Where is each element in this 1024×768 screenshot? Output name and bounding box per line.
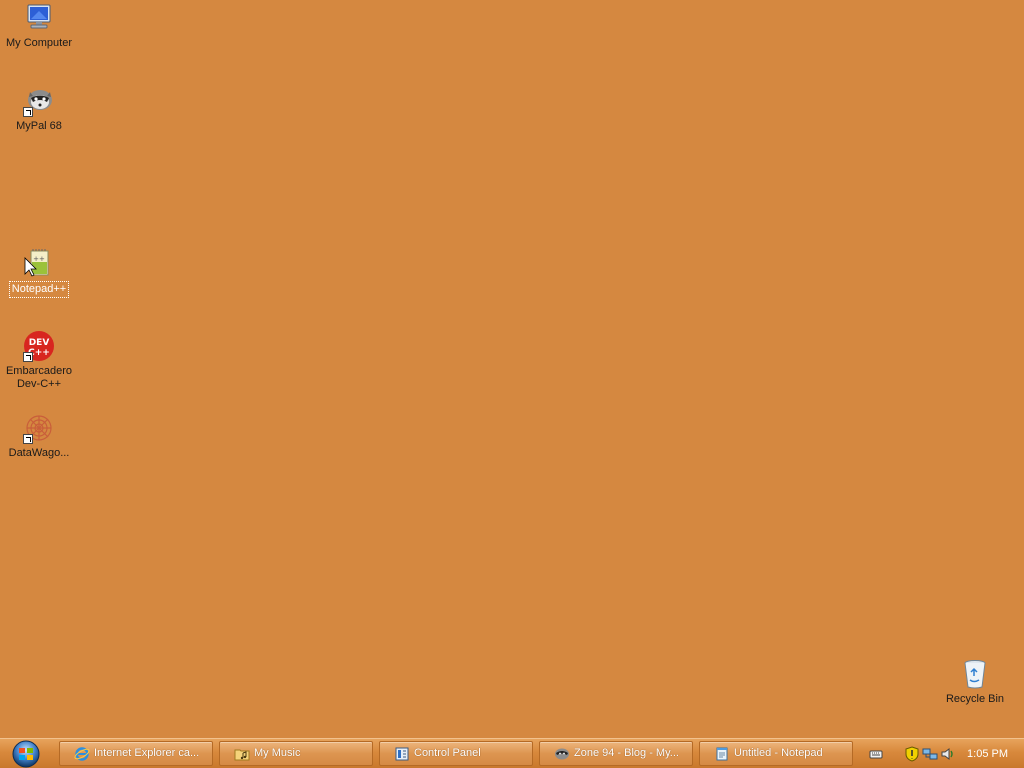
shortcut-arrow-icon (23, 352, 33, 362)
computer-icon (23, 2, 55, 34)
security-shield-icon[interactable] (904, 746, 920, 762)
taskbar-item-label: Control Panel (414, 747, 481, 759)
taskbar-item-label: Internet Explorer ca... (94, 747, 200, 759)
desktop[interactable]: My Computer MyPal 68 ++ Notepad++ DEV C+… (0, 0, 1024, 738)
taskbar-item-zone-94-blog[interactable]: Zone 94 - Blog - My... (539, 741, 693, 766)
desktop-icon-label: Recycle Bin (945, 693, 1005, 705)
datawagon-icon (23, 412, 55, 444)
raccoon-icon (554, 746, 570, 762)
control-panel-icon (394, 746, 410, 762)
desktop-icon-notepad-plus-plus[interactable]: ++ Notepad++ (1, 248, 77, 298)
svg-text:DEV: DEV (29, 338, 50, 348)
raccoon-icon (23, 85, 55, 117)
keyboard-icon[interactable] (868, 746, 884, 762)
system-tray: 1:05 PM (860, 740, 1022, 767)
taskbar-item-label: Zone 94 - Blog - My... (574, 747, 679, 759)
clock[interactable]: 1:05 PM (967, 740, 1008, 768)
network-icon[interactable] (922, 746, 938, 762)
desktop-icon-dev-cpp[interactable]: DEV C++ Embarcadero Dev-C++ (1, 330, 77, 392)
desktop-icon-mypal[interactable]: MyPal 68 (1, 85, 77, 134)
shortcut-arrow-icon (23, 107, 33, 117)
desktop-icon-my-computer[interactable]: My Computer (1, 2, 77, 51)
internet-explorer-icon (74, 746, 90, 762)
dev-cpp-icon: DEV C++ (23, 330, 55, 362)
recycle-bin-icon (959, 658, 991, 690)
notepad-plus-plus-icon: ++ (23, 248, 55, 280)
desktop-icon-label: Embarcadero Dev-C++ (5, 365, 73, 390)
shortcut-arrow-icon (23, 434, 33, 444)
desktop-icon-label: MyPal 68 (16, 120, 62, 132)
notepad-icon (714, 746, 730, 762)
start-button[interactable] (6, 739, 46, 768)
taskbar-item-label: My Music (254, 747, 301, 759)
desktop-icon-datawagon[interactable]: DataWago... (1, 412, 77, 461)
volume-icon[interactable] (940, 746, 956, 762)
folder-music-icon (234, 746, 250, 762)
desktop-icon-label: Notepad++ (8, 281, 70, 298)
taskbar-item-label: Untitled - Notepad (734, 747, 823, 759)
windows-orb-icon (6, 740, 46, 768)
desktop-icon-recycle-bin[interactable]: Recycle Bin (937, 658, 1013, 707)
desktop-icon-label: DataWago... (8, 447, 70, 459)
taskbar-item-internet-explorer[interactable]: Internet Explorer ca... (59, 741, 213, 766)
svg-text:++: ++ (33, 255, 45, 263)
taskbar-item-my-music[interactable]: My Music (219, 741, 373, 766)
taskbar-item-notepad[interactable]: Untitled - Notepad (699, 741, 853, 766)
taskbar-item-control-panel[interactable]: Control Panel (379, 741, 533, 766)
desktop-icon-label: My Computer (5, 37, 73, 49)
taskbar: Internet Explorer ca... My Music Control… (0, 738, 1024, 768)
